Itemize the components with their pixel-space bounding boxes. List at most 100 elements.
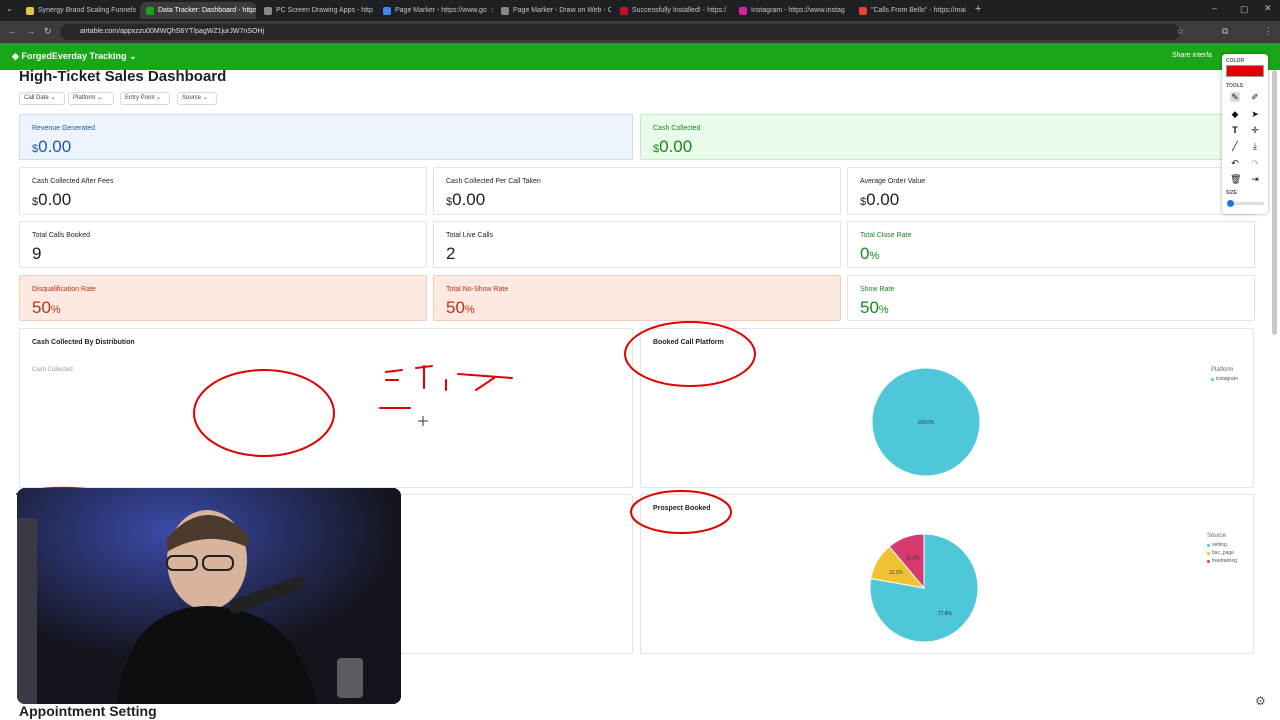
chevron-down-icon: ⌄ [154,95,162,101]
pie-data-label: 100.0% [918,420,936,426]
app-header: ◆ ForgedEverday Tracking ⌄ Share interfa [0,43,1280,70]
tab-favicon-icon [146,6,154,15]
filter-label: Call Date [24,95,49,101]
pointer-icon[interactable]: ➤ [1250,109,1260,119]
kpi-value: 50% [32,298,61,317]
filter-label: Source [182,95,202,101]
eraser-icon[interactable]: ◆ [1230,109,1240,119]
browser-tab[interactable]: Page Marker - Draw on Web - C✕ [495,2,611,19]
kpi-label: Revenue Generated [32,125,96,132]
browser-tab[interactable]: PC Screen Drawing Apps - http✕ [258,2,374,19]
kpi-label: Total Calls Booked [32,232,90,239]
back-icon[interactable]: ← [8,26,17,36]
exit-icon[interactable]: ⇥ [1250,174,1260,184]
kpi-value: 0% [860,244,880,263]
color-swatch[interactable] [1226,65,1264,77]
move-icon[interactable]: ✛ [1250,125,1260,135]
chevron-down-icon: ⌄ [95,95,103,101]
kpi-average-order-value: Average Order Value $0.00 [847,167,1255,215]
kpi-label: Total Close Rate [860,232,912,239]
kpi-label: Average Order Value [860,178,926,185]
chevron-down-icon: ⌄ [201,95,208,101]
kpi-value: $0.00 [653,137,693,156]
drawing-toolbar: COLOR TOOLS ✎ ✐ ◆ ➤ T ✛ ╱ ⤓ ↶ ↷ 🗑 ⇥ SIZE [1222,54,1268,214]
kpi-total-live-calls: Total Live Calls 2 [433,221,841,268]
tab-favicon-icon [26,6,34,15]
panel-prospect-booked: Prospect Booked Source setting bac_page … [640,494,1254,654]
tab-favicon-icon [859,6,867,15]
browser-tab[interactable]: Data Tracker: Dashboard - https:✕ [140,2,256,19]
close-window-icon[interactable]: ✕ [1264,3,1272,14]
settings-gear-icon[interactable]: ⚙ [1255,694,1266,708]
platform-pie-chart: 100.0% [871,367,981,477]
section-title-appointment-setting: Appointment Setting [19,703,157,719]
tab-label: Data Tracker: Dashboard - https: [158,7,256,14]
tab-list-icon[interactable]: ⌄ [6,4,13,13]
panel-title: Cash Collected By Distribution [32,339,135,346]
tab-label: Page Marker - https://www.go [395,7,487,14]
webcam-overlay [17,488,401,704]
page-title: High-Ticket Sales Dashboard [19,68,227,85]
app-brand[interactable]: ◆ ForgedEverday Tracking ⌄ [12,51,137,62]
kpi-label: Disqualification Rate [32,286,96,293]
undo-icon[interactable]: ↶ [1230,158,1240,168]
browser-tab[interactable]: Page Marker - https://www.go ✕ [377,2,493,19]
redo-icon[interactable]: ↷ [1250,158,1260,168]
tab-favicon-icon [501,6,509,15]
filter-label: Platform [73,95,96,101]
kpi-label: Cash Collected Per Call Taken [446,178,541,185]
line-icon[interactable]: ╱ [1230,141,1240,151]
menu-icon[interactable]: ⋮ [1264,26,1273,37]
panel-booked-call-platform: Booked Call Platform Platform instagram … [640,328,1254,488]
browser-tab[interactable]: Instagram - https://www.instag✕ [733,2,849,19]
kpi-value: 50% [446,298,475,317]
browser-tab[interactable]: Successfully Installed! - https:/✕ [614,2,730,19]
kpi-value: $0.00 [446,190,486,209]
browser-tab[interactable]: "Calls From Bello" - https://mai✕ [853,2,969,19]
kpi-value: 9 [32,244,42,263]
filter-dropdown[interactable]: Entry Point ⌄ [120,92,170,105]
kpi-label: Total Live Calls [446,232,494,239]
page-scrollbar[interactable] [1272,70,1277,335]
trash-icon[interactable]: 🗑 [1230,174,1241,184]
tab-label: Instagram - https://www.instag [751,7,845,14]
filter-label: Entry Point [125,95,155,101]
filter-dropdown[interactable]: Call Date ⌄ [19,92,65,105]
new-tab-icon[interactable]: + [975,3,981,15]
maximize-icon[interactable]: ▢ [1240,4,1249,15]
bookmark-star-icon[interactable]: ☆ [1176,26,1184,37]
pie-data-label: 77.8% [938,611,953,617]
extensions-icon[interactable]: ⧉ [1222,26,1228,37]
browser-tab[interactable]: Synergy Brand Scaling Funnels✕ [20,2,136,19]
tools-label: TOOLS [1226,83,1244,89]
tab-close-icon[interactable]: ✕ [491,6,493,15]
filter-dropdown[interactable]: Source ⌄ [177,92,217,105]
tab-label: Successfully Installed! - https:/ [632,7,727,14]
color-label: COLOR [1226,58,1245,64]
minimize-icon[interactable]: – [1212,3,1217,13]
tab-favicon-icon [264,6,272,15]
address-toolbar: ← → ↻ airtable.com/appxzzu00MWQhS6YT/pag… [0,21,1280,43]
presenter-video [17,488,401,704]
kpi-label: Total No-Show Rate [446,286,509,293]
reload-icon[interactable]: ↻ [44,26,52,37]
text-icon[interactable]: T [1230,125,1240,135]
kpi-label: Cash Collected After Fees [32,178,114,185]
kpi-disqualification-rate: Disqualification Rate 50% [19,275,427,321]
filter-dropdown[interactable]: Platform ⌄ [68,92,114,105]
size-slider-thumb[interactable] [1227,200,1234,207]
pen-icon[interactable]: ✎ [1230,92,1240,102]
kpi-no-show-rate: Total No-Show Rate 50% [433,275,841,321]
marker-icon[interactable]: ✐ [1250,92,1260,102]
forward-icon[interactable]: → [26,26,35,36]
panel-subtitle: Cash Collected [32,367,73,373]
tab-favicon-icon [620,6,628,15]
kpi-value: 50% [860,298,889,317]
kpi-value: $0.00 [32,137,72,156]
kpi-total-calls-booked: Total Calls Booked 9 [19,221,427,268]
url-field[interactable]: airtable.com/appxzzu00MWQhS6YT/pagWZ1jur… [60,24,1180,40]
share-interface-button[interactable]: Share interfa [1172,52,1212,59]
kpi-label: Show Rate [860,286,895,293]
download-icon[interactable]: ⤓ [1250,141,1260,151]
size-label: SIZE [1226,190,1238,196]
